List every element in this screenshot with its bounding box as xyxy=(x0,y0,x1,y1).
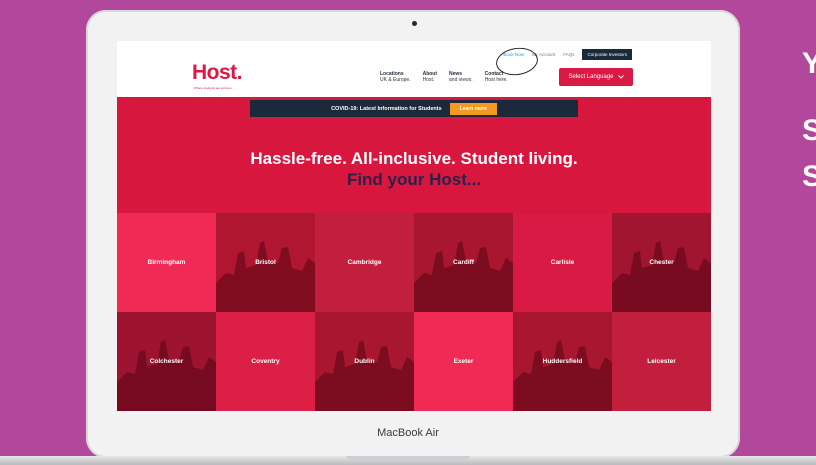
nav-subtitle: and views. xyxy=(449,77,473,83)
covid-banner: COVID-19: Latest Information for Student… xyxy=(250,100,578,117)
covid-text: COVID-19: Latest Information for Student… xyxy=(331,105,442,112)
camera-icon xyxy=(412,21,417,26)
city-name: Leicester xyxy=(647,358,676,365)
city-name: Colchester xyxy=(149,358,184,365)
nav-item-news[interactable]: News and views. xyxy=(449,71,473,83)
select-language-label: Select Language xyxy=(568,74,614,80)
city-tile-colchester[interactable]: Colchester xyxy=(117,312,216,411)
nav-item-locations[interactable]: Locations UK & Europe. xyxy=(380,71,411,83)
city-tile-bristol[interactable]: Bristol xyxy=(216,213,315,312)
select-language-button[interactable]: Select Language xyxy=(559,68,633,86)
city-tile-exeter[interactable]: Exeter xyxy=(414,312,513,411)
city-tile-birmingham[interactable]: Birmingham xyxy=(117,213,216,312)
city-tile-huddersfield[interactable]: Huddersfield xyxy=(513,312,612,411)
chevron-down-icon xyxy=(617,75,624,79)
city-name: Dublin xyxy=(354,358,375,365)
city-tile-carlisle[interactable]: Carlisle xyxy=(513,213,612,312)
city-name: Carlisle xyxy=(550,259,575,266)
city-tile-chester[interactable]: Chester xyxy=(612,213,711,312)
city-name: Coventry xyxy=(251,358,280,365)
city-name: Exeter xyxy=(453,358,474,365)
nav-item-about[interactable]: About Host. xyxy=(423,71,437,83)
logo-tagline: Where students are at home. xyxy=(194,86,233,90)
site-header: Host. Where students are at home. Book N… xyxy=(117,41,711,97)
laptop-base-notch xyxy=(346,456,470,460)
city-tile-cardiff[interactable]: Cardiff xyxy=(414,213,513,312)
laptop-screen: Host. Where students are at home. Book N… xyxy=(117,41,711,411)
corporate-investors-button[interactable]: Corporate Investors xyxy=(582,48,632,60)
laptop-model-label: MacBook Air xyxy=(377,427,439,439)
nav-subtitle: Host here. xyxy=(484,77,508,83)
city-name: Cambridge xyxy=(347,259,382,266)
side-letter-2: S xyxy=(802,116,816,146)
side-letter-1: Y xyxy=(802,49,816,79)
city-name: Chester xyxy=(649,259,674,266)
host-logo[interactable]: Host. xyxy=(192,61,243,85)
hero-subheadline: Find your Host... xyxy=(346,170,482,189)
city-tile-dublin[interactable]: Dublin xyxy=(315,312,414,411)
city-tile-cambridge[interactable]: Cambridge xyxy=(315,213,414,312)
city-name: Huddersfield xyxy=(542,358,583,365)
hero-headline: Hassle-free. All-inclusive. Student livi… xyxy=(250,149,578,168)
city-name: Bristol xyxy=(255,259,276,266)
nav-subtitle: Host. xyxy=(422,77,435,83)
side-letter-3: S xyxy=(802,162,816,192)
city-tile-coventry[interactable]: Coventry xyxy=(216,312,315,411)
main-nav: Locations UK & Europe. About Host. News … xyxy=(380,71,508,83)
nav-subtitle: UK & Europe. xyxy=(380,77,411,83)
city-name: Cardiff xyxy=(453,259,474,266)
nav-item-contact[interactable]: Contact Host here. xyxy=(485,71,508,83)
city-tile-leicester[interactable]: Leicester xyxy=(612,312,711,411)
learn-more-button[interactable]: Learn more xyxy=(449,102,497,115)
city-grid: Birmingham Bristol Cambridge Cardiff Car… xyxy=(117,213,711,411)
faqs-link[interactable]: FAQs xyxy=(563,52,574,57)
city-name: Birmingham xyxy=(147,259,186,266)
